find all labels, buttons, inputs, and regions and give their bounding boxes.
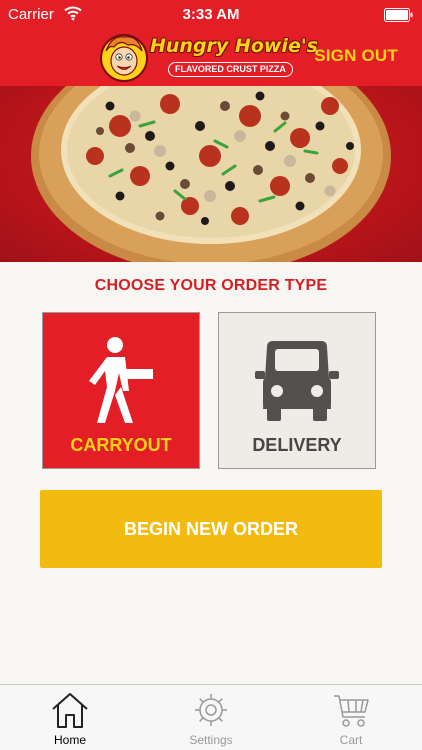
tab-settings[interactable]: Settings <box>141 685 281 750</box>
gear-icon <box>191 691 231 729</box>
tab-settings-label: Settings <box>189 733 233 747</box>
walking-person-icon <box>43 335 199 425</box>
delivery-label: DELIVERY <box>252 435 342 455</box>
cart-icon <box>331 691 371 729</box>
tab-cart[interactable]: Cart <box>281 685 421 750</box>
hero-pizza-image <box>0 86 422 262</box>
logo-tagline: FLAVORED CRUST PIZZA <box>168 62 293 77</box>
brand-logo: Hungry Howie's FLAVORED CRUST PIZZA <box>98 32 318 82</box>
order-type-heading: CHOOSE YOUR ORDER TYPE <box>94 277 328 294</box>
status-time: 3:33 AM <box>182 6 240 23</box>
begin-new-order-button[interactable]: BEGIN NEW ORDER <box>40 490 382 568</box>
tab-cart-label: Cart <box>339 733 363 747</box>
carryout-label: CARRYOUT <box>70 435 172 455</box>
car-icon <box>219 335 375 425</box>
delivery-option[interactable]: DELIVERY <box>218 312 376 469</box>
battery-icon <box>384 8 414 26</box>
tab-bar: Home Settings Cart <box>0 684 422 750</box>
mascot-icon <box>100 34 148 82</box>
sign-out-button[interactable]: SIGN OUT <box>314 46 398 66</box>
carryout-option[interactable]: CARRYOUT <box>42 312 200 469</box>
status-bar: Carrier 3:33 AM <box>0 0 422 30</box>
home-icon <box>50 691 90 729</box>
pizza-illustration <box>31 86 391 262</box>
tab-home-label: Home <box>53 733 86 747</box>
logo-wordmark: Hungry Howie's <box>150 35 318 57</box>
app-header: Hungry Howie's FLAVORED CRUST PIZZA SIGN… <box>0 30 422 86</box>
tab-home[interactable]: Home <box>0 685 140 750</box>
